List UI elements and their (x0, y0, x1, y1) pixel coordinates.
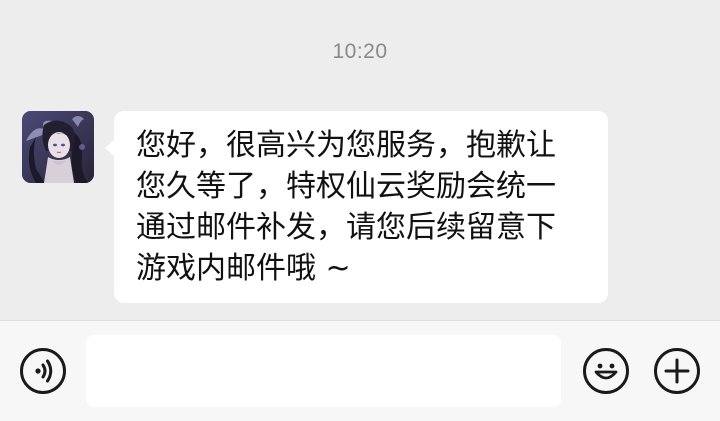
emoji-icon (594, 363, 618, 380)
voice-button[interactable] (20, 348, 66, 394)
message-input[interactable] (86, 335, 561, 407)
contact-avatar[interactable] (22, 111, 94, 183)
input-bar (0, 320, 720, 421)
message-bubble[interactable]: 您好，很高兴为您服务，抱歉让您久等了，特权仙云奖励会统一通过邮件补发，请您后续留… (105, 111, 608, 303)
message-timestamp: 10:20 (332, 40, 388, 63)
emoji-button[interactable] (583, 348, 629, 394)
chat-area: 10:20 您好，很高兴为您服务，抱歉让您久等了，特权仙云奖励会统一通过邮件补发… (0, 0, 720, 320)
anime-character-avatar-icon (22, 111, 94, 183)
voice-icon (35, 359, 53, 383)
plus-icon (664, 358, 690, 384)
plus-button[interactable] (654, 348, 700, 394)
